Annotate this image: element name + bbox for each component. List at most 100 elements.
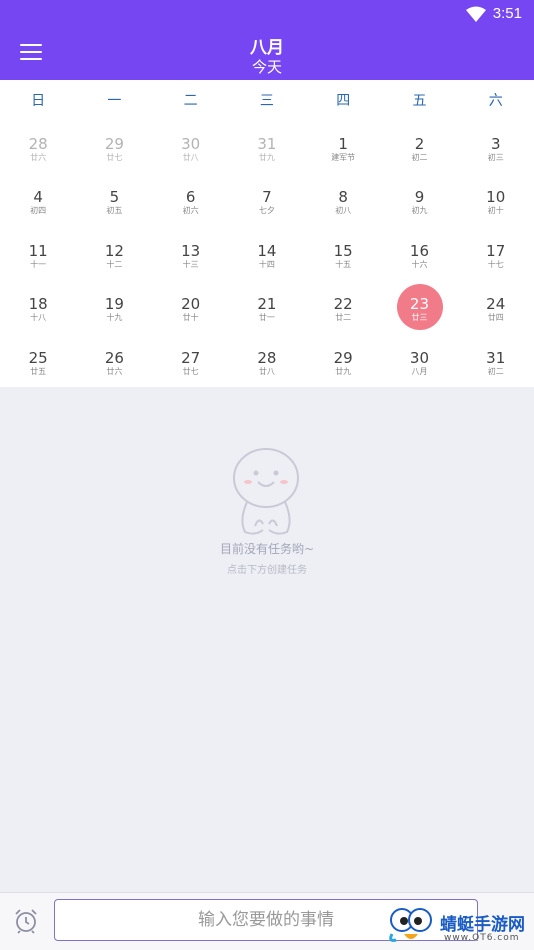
day-number: 11 xyxy=(28,241,48,260)
day-cell[interactable]: 30 八月 xyxy=(381,334,457,387)
lunar-date: 初六 xyxy=(182,206,199,216)
day-cell[interactable]: 5 初五 xyxy=(76,173,152,226)
lunar-date: 初四 xyxy=(30,206,47,216)
day-cell[interactable]: 31 初二 xyxy=(458,334,534,387)
day-number: 28 xyxy=(28,135,48,153)
day-cell[interactable]: 8 初八 xyxy=(305,173,381,226)
day-cell[interactable]: 7 七夕 xyxy=(229,173,305,226)
day-cell[interactable]: 21 廿一 xyxy=(229,280,305,333)
lunar-date: 廿六 xyxy=(106,366,123,376)
day-cell[interactable]: 10 初十 xyxy=(458,173,534,226)
calendar: 日一二三四五六 28 廿六 29 廿七 30 廿八 31 廿九 1 建军节 2 初二 3 初三 4 初四 5 初五… xyxy=(0,80,534,387)
day-number: 17 xyxy=(486,241,506,260)
lunar-date: 初九 xyxy=(411,206,428,216)
day-number: 23 xyxy=(409,295,429,314)
lunar-date: 初三 xyxy=(487,153,504,162)
day-cell[interactable]: 29 廿七 xyxy=(76,120,152,173)
day-number: 1 xyxy=(338,135,348,153)
day-number: 9 xyxy=(414,188,425,207)
empty-title: 目前没有任务哟~ xyxy=(219,542,315,556)
day-cell[interactable]: 28 廿六 xyxy=(0,120,76,173)
lunar-date: 初五 xyxy=(106,206,123,216)
day-cell[interactable]: 24 廿四 xyxy=(458,280,534,333)
day-cell-selected[interactable]: 23 廿三 xyxy=(381,280,457,333)
day-cell[interactable]: 22 廿二 xyxy=(305,280,381,333)
day-cell[interactable]: 14 十四 xyxy=(229,227,305,280)
lunar-date: 廿八 xyxy=(182,153,199,162)
day-cell[interactable]: 9 初九 xyxy=(381,173,457,226)
day-cell[interactable]: 31 廿九 xyxy=(229,120,305,173)
app-header: 3:51 八月 今天 xyxy=(0,0,534,80)
day-cell[interactable]: 30 廿八 xyxy=(153,120,229,173)
lunar-date: 十九 xyxy=(106,313,123,323)
day-cell[interactable]: 4 初四 xyxy=(0,173,76,226)
day-number: 15 xyxy=(333,241,353,260)
lunar-date: 十六 xyxy=(411,259,428,269)
weekday-label: 三 xyxy=(259,93,274,109)
day-grid: 28 廿六 29 廿七 30 廿八 31 廿九 1 建军节 2 初二 3 初三 4 初四 5 初五 6 初六 7 七夕 8 初… xyxy=(0,120,534,387)
day-cell[interactable]: 19 十九 xyxy=(76,280,152,333)
day-number: 25 xyxy=(28,348,48,367)
day-number: 19 xyxy=(104,295,124,314)
weekday-label: 一 xyxy=(107,93,122,109)
watermark: 蜻蜓手游网 www.QT6.com xyxy=(386,900,534,949)
today-button[interactable]: 今天 xyxy=(0,56,534,77)
lunar-date: 初二 xyxy=(487,366,504,376)
day-cell[interactable]: 13 十三 xyxy=(153,227,229,280)
day-cell[interactable]: 3 初三 xyxy=(458,120,534,173)
weekday-label: 四 xyxy=(336,93,351,109)
day-number: 8 xyxy=(338,188,348,207)
day-cell[interactable]: 17 十七 xyxy=(458,227,534,280)
lunar-date: 初二 xyxy=(411,153,428,162)
day-cell[interactable]: 16 十六 xyxy=(381,227,457,280)
day-number: 30 xyxy=(181,135,201,153)
day-cell[interactable]: 2 初二 xyxy=(381,120,457,173)
day-number: 27 xyxy=(181,348,201,367)
dragonfly-logo-icon xyxy=(389,908,432,942)
lunar-date: 廿一 xyxy=(258,313,275,323)
day-cell[interactable]: 26 廿六 xyxy=(76,334,152,387)
day-number: 12 xyxy=(104,241,124,260)
day-cell[interactable]: 18 十八 xyxy=(0,280,76,333)
day-number: 28 xyxy=(257,348,277,367)
lunar-date: 廿九 xyxy=(258,153,275,162)
lunar-date: 廿四 xyxy=(487,313,504,323)
day-number: 29 xyxy=(333,348,353,367)
status-bar: 3:51 xyxy=(0,0,534,28)
day-cell[interactable]: 1 建军节 xyxy=(305,120,381,173)
day-number: 22 xyxy=(333,295,353,314)
lunar-date: 十五 xyxy=(335,259,352,269)
day-cell[interactable]: 15 十五 xyxy=(305,227,381,280)
lunar-date: 廿六 xyxy=(30,153,47,162)
watermark-url: www.QT6.com xyxy=(444,933,520,943)
lunar-date: 初八 xyxy=(335,206,352,216)
weekday-row: 日一二三四五六 xyxy=(0,80,534,120)
day-cell[interactable]: 12 十二 xyxy=(76,227,152,280)
day-cell[interactable]: 20 廿十 xyxy=(153,280,229,333)
day-number: 4 xyxy=(33,188,43,207)
lunar-date: 廿五 xyxy=(30,366,47,376)
lunar-date: 廿七 xyxy=(106,153,123,162)
day-number: 2 xyxy=(414,135,425,153)
day-cell[interactable]: 29 廿九 xyxy=(305,334,381,387)
day-number: 5 xyxy=(109,188,120,207)
day-number: 21 xyxy=(257,295,277,314)
day-cell[interactable]: 27 廿七 xyxy=(153,334,229,387)
lunar-date: 十一 xyxy=(30,259,47,269)
month-title: 八月 xyxy=(250,38,284,58)
lunar-date: 廿三 xyxy=(411,313,428,323)
day-number: 30 xyxy=(409,348,429,367)
day-number: 18 xyxy=(28,295,48,314)
lunar-date: 廿七 xyxy=(182,366,199,376)
day-number: 26 xyxy=(104,348,124,367)
lunar-date: 建军节 xyxy=(331,153,356,162)
day-cell[interactable]: 25 廿五 xyxy=(0,334,76,387)
alarm-clock-icon[interactable] xyxy=(12,907,40,935)
day-cell[interactable]: 11 十一 xyxy=(0,227,76,280)
day-cell[interactable]: 28 廿八 xyxy=(229,334,305,387)
lunar-date: 十二 xyxy=(106,259,123,269)
lunar-date: 十八 xyxy=(30,313,47,323)
day-cell[interactable]: 6 初六 xyxy=(153,173,229,226)
lunar-date: 十三 xyxy=(182,259,199,269)
watermark-text: 蜻蜓手游网 xyxy=(440,915,525,935)
